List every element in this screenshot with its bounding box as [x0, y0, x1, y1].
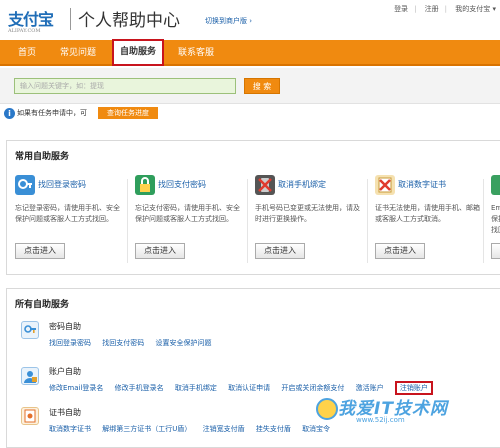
- site-title: 个人帮助中心: [78, 11, 180, 31]
- query-task-progress-button[interactable]: 查询任务进度: [98, 107, 158, 119]
- info-icon: i: [4, 108, 15, 119]
- card-desc: 证书无法使用，请使用手机、邮箱或客服人工方式取消。: [375, 204, 480, 223]
- nav-home[interactable]: 首页: [18, 40, 36, 66]
- card-desc: 忘记登录密码，请使用手机、安全保护问题或客服人工方式找回。: [15, 204, 120, 223]
- link-cancel-certificate[interactable]: 取消数字证书: [49, 425, 91, 433]
- link-change-phone-login[interactable]: 修改手机登录名: [115, 384, 164, 392]
- card-divider: [367, 179, 368, 263]
- switch-merchant-link[interactable]: 切换到商户版 ›: [205, 16, 252, 26]
- card-cancel-phone-binding: 取消手机绑定 手机号码已变更或无法使用，请及时进行更换操作。 点击进入: [255, 173, 367, 273]
- logo-divider: [70, 8, 71, 30]
- certificate-cancel-icon: [375, 175, 395, 195]
- account-icon: [21, 367, 39, 385]
- login-link[interactable]: 登录: [394, 5, 408, 13]
- link-change-email-login[interactable]: 修改Email登录名: [49, 384, 103, 392]
- email-icon: [491, 175, 500, 195]
- phone-cancel-icon: [255, 175, 275, 195]
- card-recover-payment-password: 找回支付密码 忘记支付密码，请使用手机、安全保护问题或客服人工方式找回。 点击进…: [135, 173, 247, 273]
- enter-button[interactable]: 点击进入: [375, 243, 425, 259]
- main-nav: 首页 常见问题 自助服务 联系客服: [0, 39, 500, 66]
- header: 支付宝 ALIPAY.COM 个人帮助中心 切换到商户版 › 登录 | 注册 | 我…: [0, 0, 500, 40]
- enter-button[interactable]: 点: [491, 243, 500, 259]
- certificate-icon: [21, 407, 39, 425]
- link-cancel-verification[interactable]: 取消认证申请: [228, 384, 270, 392]
- link-set-security-question[interactable]: 设置安全保护问题: [155, 339, 211, 347]
- card-title[interactable]: 取消数字证书: [398, 179, 446, 190]
- site-watermark: 我爱IT技术网 www.52ij.com: [316, 394, 500, 444]
- common-services-title: 常用自助服务: [15, 152, 70, 162]
- all-services-title: 所有自助服务: [15, 300, 70, 310]
- search-input[interactable]: 输入问题关键字，如：提现: [14, 78, 236, 94]
- common-services-panel: 常用自助服务 找回登录密码 忘记登录密码，请使用手机、安全保护问题或客服人工方式…: [6, 140, 500, 275]
- link-recover-login-password[interactable]: 找回登录密码: [49, 339, 91, 347]
- watermark-url: www.52ij.com: [356, 416, 405, 424]
- password-icon: [21, 321, 39, 339]
- my-alipay-menu[interactable]: 我的支付宝 ▾: [455, 5, 496, 13]
- nav-self-service[interactable]: 自助服务: [112, 39, 165, 66]
- card-recover-login-password: 找回登录密码 忘记登录密码，请使用手机、安全保护问题或客服人工方式找回。 点击进…: [15, 173, 127, 273]
- card-divider: [247, 179, 248, 263]
- search-bar: 输入问题关键字，如：提现 搜 索: [0, 68, 500, 104]
- card-desc: Ema 保护 找回: [491, 204, 500, 234]
- key-lock-icon: [135, 175, 155, 195]
- divider: |: [414, 5, 417, 13]
- alipay-logo[interactable]: 支付宝 ALIPAY.COM: [8, 6, 54, 34]
- category-links-password: 找回登录密码 找回支付密码 设置安全保护问题: [49, 338, 220, 348]
- category-links-certificate: 取消数字证书 解绑第三方证书（工行U盾） 注销宽支付盾 挂失支付盾 取消宝令: [49, 424, 339, 434]
- card-email-partial: Ema 保护 找回 点: [491, 173, 500, 273]
- card-title[interactable]: 找回支付密码: [158, 179, 206, 190]
- link-unbind-third-party-cert[interactable]: 解绑第三方证书（工行U盾）: [102, 425, 191, 433]
- card-desc: 手机号码已变更或无法使用，请及时进行更换操作。: [255, 204, 360, 223]
- link-toggle-balance-payment[interactable]: 开启或关闭余额支付: [281, 384, 344, 392]
- register-link[interactable]: 注册: [425, 5, 439, 13]
- category-links-account: 修改Email登录名 修改手机登录名 取消手机绑定 取消认证申请 开启或关闭余额…: [49, 381, 442, 395]
- link-activate-account[interactable]: 激活账户: [356, 384, 384, 392]
- enter-button[interactable]: 点击进入: [15, 243, 65, 259]
- nav-contact-support[interactable]: 联系客服: [178, 40, 214, 66]
- link-cancel-phone-binding[interactable]: 取消手机绑定: [175, 384, 217, 392]
- card-divider: [127, 179, 128, 263]
- link-recover-payment-password[interactable]: 找回支付密码: [102, 339, 144, 347]
- link-cancel-payment-shield[interactable]: 注销宽支付盾: [203, 425, 245, 433]
- task-info-row: i 如果有任务申请中，可 查询任务进度: [0, 106, 500, 122]
- link-close-account[interactable]: 注销账户: [394, 381, 433, 395]
- card-cancel-certificate: 取消数字证书 证书无法使用，请使用手机、邮箱或客服人工方式取消。 点击进入: [375, 173, 487, 273]
- category-title-account: 账户自助: [49, 367, 81, 376]
- nav-faq[interactable]: 常见问题: [60, 40, 96, 66]
- key-lock-icon: [15, 175, 35, 195]
- divider: |: [444, 5, 448, 13]
- enter-button[interactable]: 点击进入: [255, 243, 305, 259]
- task-info-text: 如果有任务申请中，可: [17, 109, 87, 117]
- card-divider: [483, 179, 484, 263]
- card-title[interactable]: 找回登录密码: [38, 179, 86, 190]
- mascot-icon: [316, 398, 338, 420]
- logo-text: 支付宝: [8, 10, 54, 29]
- search-button[interactable]: 搜 索: [244, 78, 280, 94]
- top-links: 登录 | 注册 | 我的支付宝 ▾: [388, 4, 496, 14]
- link-report-lost-shield[interactable]: 挂失支付盾: [256, 425, 291, 433]
- card-desc: 忘记支付密码，请使用手机、安全保护问题或客服人工方式找回。: [135, 204, 240, 223]
- enter-button[interactable]: 点击进入: [135, 243, 185, 259]
- category-title-certificate: 证书自助: [49, 408, 81, 417]
- category-title-password: 密码自助: [49, 322, 81, 331]
- card-title[interactable]: 取消手机绑定: [278, 179, 326, 190]
